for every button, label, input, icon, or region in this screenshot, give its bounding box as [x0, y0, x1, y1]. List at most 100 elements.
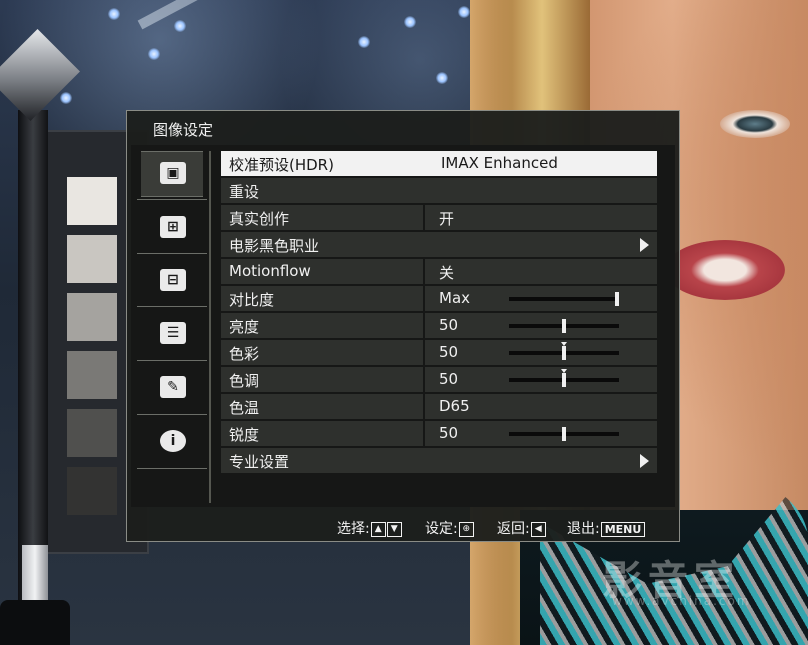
row-color-temperature[interactable]: 色温 D65	[221, 394, 657, 419]
sharpness-slider[interactable]	[509, 427, 619, 441]
slider-knob[interactable]	[562, 427, 566, 441]
row-value: 关	[439, 264, 455, 282]
back-key-icon: ◀	[530, 521, 546, 537]
sidebar-item-settings[interactable]: ⊟	[141, 259, 203, 303]
slider-knob[interactable]	[562, 319, 566, 333]
submenu-arrow-icon	[640, 238, 649, 252]
row-label: 专业设置	[229, 453, 290, 471]
menu-key-icon: MENU	[600, 521, 646, 537]
row-reality-creation[interactable]: 真实创作 开	[221, 205, 657, 230]
row-divider	[423, 421, 425, 446]
up-key-icon: ▲	[370, 521, 386, 537]
row-label: 校准预设(HDR)	[229, 156, 334, 174]
gray-swatch	[67, 177, 117, 225]
row-label: 重设	[229, 183, 260, 201]
row-label: 色调	[229, 372, 260, 390]
info-icon: i	[160, 430, 186, 452]
footer-back-hint: 返回: ◀	[497, 518, 546, 538]
wrench-icon: ✎	[160, 376, 186, 398]
row-cinema-black-pro[interactable]: 电影黑色职业	[221, 232, 657, 257]
menu-sidebar: ▣ ⊞ ⊟ ☰ ✎ i	[133, 149, 209, 505]
footer-set-label: 设定:	[425, 521, 458, 537]
row-divider	[423, 286, 425, 311]
toolbox-icon: ⊟	[160, 269, 186, 291]
row-contrast[interactable]: 对比度 Max	[221, 286, 657, 311]
gray-swatch	[67, 467, 117, 515]
menu-title: 图像设定	[153, 121, 214, 139]
sidebar-divider	[137, 468, 207, 469]
row-label: 亮度	[229, 318, 260, 336]
bokeh-light	[174, 20, 186, 32]
row-label: 电影黑色职业	[229, 237, 320, 255]
color-slider[interactable]	[509, 342, 619, 360]
brightness-slider[interactable]	[509, 319, 619, 333]
sidebar-divider	[137, 199, 207, 200]
row-label: 对比度	[229, 291, 275, 309]
contrast-slider[interactable]	[509, 292, 619, 306]
row-motionflow[interactable]: Motionflow 关	[221, 259, 657, 284]
row-label: 锐度	[229, 426, 260, 444]
row-label: 真实创作	[229, 210, 290, 228]
slider-knob[interactable]	[562, 373, 566, 387]
woman-smile	[665, 240, 785, 300]
list-icon: ☰	[160, 322, 186, 344]
sidebar-separator	[209, 151, 211, 503]
sidebar-divider	[137, 306, 207, 307]
gray-swatch	[67, 409, 117, 457]
row-label: Motionflow	[229, 262, 311, 280]
watermark-url: www.avchina.com	[612, 594, 751, 608]
sidebar-divider	[137, 360, 207, 361]
hue-slider[interactable]	[509, 369, 619, 387]
down-key-icon: ▼	[386, 521, 402, 537]
row-value: 50	[439, 316, 459, 334]
row-value: Max	[439, 289, 471, 307]
bokeh-light	[148, 48, 160, 60]
bokeh-light	[108, 8, 120, 20]
row-hue[interactable]: 色调 50	[221, 367, 657, 392]
screen-icon: ⊞	[160, 216, 186, 238]
row-value: 50	[439, 424, 459, 442]
submenu-arrow-icon	[640, 454, 649, 468]
sidebar-item-screen[interactable]: ⊞	[141, 206, 203, 250]
enter-key-icon: ⊕	[458, 521, 474, 537]
footer-select-hint: 选择: ▲ ▼	[337, 518, 402, 538]
row-divider	[423, 367, 425, 392]
bokeh-light	[60, 92, 72, 104]
row-divider	[423, 394, 425, 419]
footer-exit-hint: 退出: MENU	[567, 518, 646, 538]
light-stand-base	[0, 600, 70, 645]
row-sharpness[interactable]: 锐度 50	[221, 421, 657, 446]
sidebar-item-setup[interactable]: ✎	[141, 366, 203, 410]
sidebar-item-picture[interactable]: ▣	[141, 151, 203, 197]
row-advanced-settings[interactable]: 专业设置	[221, 448, 657, 473]
row-divider	[423, 313, 425, 338]
sidebar-item-list[interactable]: ☰	[141, 312, 203, 356]
row-value: IMAX Enhanced	[441, 154, 558, 172]
sidebar-divider	[137, 253, 207, 254]
sidebar-divider	[137, 414, 207, 415]
menu-body: ▣ ⊞ ⊟ ☰ ✎ i 校准预设(HDR) IMAX Enhanced 重设 真…	[131, 145, 675, 507]
row-divider	[423, 259, 425, 284]
row-color[interactable]: 色彩 50	[221, 340, 657, 365]
bokeh-light	[436, 72, 448, 84]
woman-eye	[720, 110, 790, 138]
slider-knob[interactable]	[562, 346, 566, 360]
row-label: 色温	[229, 399, 260, 417]
row-brightness[interactable]: 亮度 50	[221, 313, 657, 338]
footer-set-hint: 设定: ⊕	[425, 518, 474, 538]
picture-icon: ▣	[160, 162, 186, 184]
sidebar-item-info[interactable]: i	[141, 420, 203, 464]
slider-knob[interactable]	[615, 292, 619, 306]
row-divider	[423, 340, 425, 365]
footer-back-label: 返回:	[497, 521, 530, 537]
light-stand-foot	[22, 545, 48, 605]
gray-swatch	[67, 351, 117, 399]
row-value: 50	[439, 343, 459, 361]
gray-swatch	[67, 235, 117, 283]
footer-exit-label: 退出:	[567, 521, 600, 537]
row-divider	[423, 205, 425, 230]
row-value: 50	[439, 370, 459, 388]
row-value: 开	[439, 210, 455, 228]
row-reset[interactable]: 重设	[221, 178, 657, 203]
row-calibrated-preset[interactable]: 校准预设(HDR) IMAX Enhanced	[221, 151, 657, 176]
